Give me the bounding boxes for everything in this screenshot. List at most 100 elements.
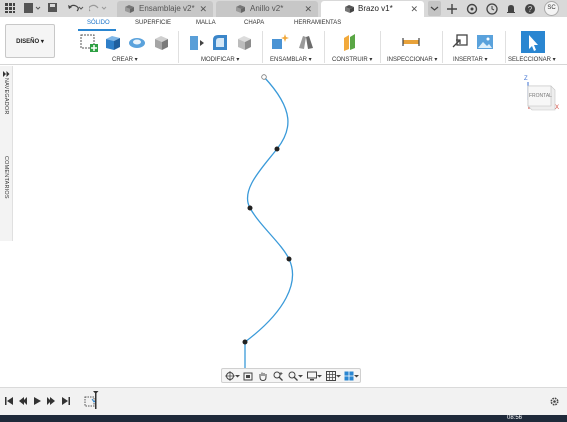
undo-icon[interactable]	[66, 2, 84, 15]
extensions-icon[interactable]	[466, 2, 478, 15]
press-pull-icon[interactable]	[186, 32, 206, 52]
divider	[380, 31, 381, 63]
tab-solido[interactable]: SÓLIDO	[87, 18, 110, 28]
design-canvas[interactable]	[13, 66, 567, 386]
comments-label[interactable]: COMENTARIOS	[3, 156, 9, 199]
tab-label: Ensamblaje v2*	[139, 4, 195, 13]
divider	[324, 31, 325, 63]
group-modificar[interactable]: MODIFICAR ▾	[201, 56, 239, 64]
divider	[262, 31, 263, 63]
zoom-icon[interactable]	[273, 371, 283, 381]
help-icon[interactable]: ?	[524, 2, 536, 14]
spline-fit-point[interactable]	[286, 256, 292, 262]
revolve-icon[interactable]	[127, 32, 147, 52]
title-bar: Ensamblaje v2* ✕ Anillo v2* ✕ Brazo v1* …	[0, 0, 567, 17]
chevron-down-icon[interactable]	[235, 371, 240, 381]
component-icon	[236, 5, 245, 13]
go-to-start-icon[interactable]	[4, 396, 14, 406]
tab-anillo[interactable]: Anillo v2* ✕	[216, 1, 318, 17]
tab-superficie[interactable]: SUPERFICIE	[135, 18, 171, 28]
chevron-down-icon[interactable]	[428, 1, 441, 16]
grid-snap-icon[interactable]	[326, 371, 336, 381]
new-tab-icon[interactable]	[446, 2, 458, 14]
divider	[442, 31, 443, 63]
apps-grid-icon[interactable]	[4, 2, 16, 15]
active-tab-indicator	[78, 29, 116, 31]
timeline-marker[interactable]	[95, 392, 97, 409]
group-insertar[interactable]: INSERTAR ▾	[453, 56, 487, 64]
step-forward-icon[interactable]	[46, 396, 56, 406]
offset-plane-icon[interactable]	[341, 32, 361, 52]
browser-side-panel: NAVEGADOR COMENTARIOS	[0, 66, 13, 241]
chevron-down-icon[interactable]	[354, 371, 359, 381]
timeline	[0, 387, 567, 415]
viewcube-face-label: FRONTAL	[529, 93, 552, 99]
tab-ensamblaje[interactable]: Ensamblaje v2* ✕	[117, 1, 213, 17]
expand-icon[interactable]	[3, 71, 10, 77]
measure-icon[interactable]	[401, 32, 421, 52]
go-to-end-icon[interactable]	[61, 396, 71, 406]
spline-fit-point[interactable]	[242, 339, 248, 345]
fit-zoom-icon[interactable]	[288, 371, 298, 381]
group-ensamblar[interactable]: ENSAMBLAR ▾	[270, 56, 312, 64]
group-seleccionar[interactable]: SELECCIONAR ▾	[508, 56, 556, 64]
spline-curve[interactable]	[244, 76, 294, 368]
divider	[505, 31, 506, 63]
component-icon	[125, 5, 134, 13]
joint-icon[interactable]	[296, 32, 316, 52]
insert-image-icon[interactable]	[475, 32, 495, 52]
redo-icon[interactable]	[88, 2, 107, 15]
fillet-icon[interactable]	[210, 32, 230, 52]
look-at-icon[interactable]	[243, 371, 253, 381]
group-crear[interactable]: CREAR ▾	[112, 56, 138, 64]
shell-icon[interactable]	[234, 32, 254, 52]
avatar[interactable]: SC	[544, 1, 559, 16]
new-component-icon[interactable]	[270, 32, 290, 52]
gear-icon[interactable]	[549, 396, 560, 407]
close-icon[interactable]: ✕	[304, 1, 312, 17]
navigator-label[interactable]: NAVEGADOR	[3, 78, 9, 115]
play-icon[interactable]	[32, 396, 42, 406]
chevron-down-icon[interactable]	[317, 371, 322, 381]
save-icon[interactable]	[47, 2, 58, 15]
timeline-sketch-feature[interactable]	[82, 391, 100, 411]
insert-derive-icon[interactable]	[450, 32, 470, 52]
component-icon	[345, 5, 354, 13]
pan-hand-icon[interactable]	[258, 371, 268, 381]
spline-fit-point[interactable]	[274, 146, 280, 152]
notifications-icon[interactable]	[505, 2, 517, 14]
select-icon[interactable]	[521, 31, 545, 53]
system-clock: 08:56	[507, 415, 523, 421]
spline-start-point[interactable]	[261, 74, 267, 80]
view-cube[interactable]: Z X FRONTAL	[521, 74, 561, 116]
navigation-bar	[221, 368, 361, 383]
group-inspeccionar[interactable]: INSPECCIONAR ▾	[387, 56, 437, 64]
box-icon[interactable]	[151, 32, 171, 52]
file-menu-icon[interactable]	[23, 2, 41, 15]
x-axis-label: X	[555, 105, 560, 111]
viewports-icon[interactable]	[344, 371, 354, 381]
create-sketch-icon[interactable]	[79, 32, 99, 52]
workspace-dropdown[interactable]: DISEÑO ▾	[5, 24, 55, 58]
chevron-down-icon[interactable]	[298, 371, 303, 381]
app-window: Ensamblaje v2* ✕ Anillo v2* ✕ Brazo v1* …	[0, 0, 567, 422]
group-construir[interactable]: CONSTRUIR ▾	[332, 56, 372, 64]
orbit-icon[interactable]	[225, 371, 235, 381]
extrude-icon[interactable]	[103, 32, 123, 52]
chevron-down-icon[interactable]	[336, 371, 341, 381]
divider	[178, 31, 179, 63]
close-icon[interactable]: ✕	[199, 1, 207, 17]
svg-text:?: ?	[528, 5, 533, 14]
tab-brazo[interactable]: Brazo v1* ✕	[321, 1, 424, 17]
tab-chapa[interactable]: CHAPA	[244, 18, 264, 28]
step-back-icon[interactable]	[18, 396, 28, 406]
tab-malla[interactable]: MALLA	[196, 18, 216, 28]
z-axis-label: Z	[524, 76, 528, 82]
tab-herramientas[interactable]: HERRAMIENTAS	[294, 18, 341, 28]
os-taskbar	[0, 415, 567, 422]
display-settings-icon[interactable]	[307, 371, 317, 381]
toolbar-ribbon: DISEÑO ▾ SÓLIDO SUPERFICIE MALLA CHAPA H…	[0, 17, 567, 65]
job-status-icon[interactable]	[486, 2, 498, 15]
spline-fit-point[interactable]	[247, 205, 253, 211]
close-icon[interactable]: ✕	[410, 1, 418, 17]
